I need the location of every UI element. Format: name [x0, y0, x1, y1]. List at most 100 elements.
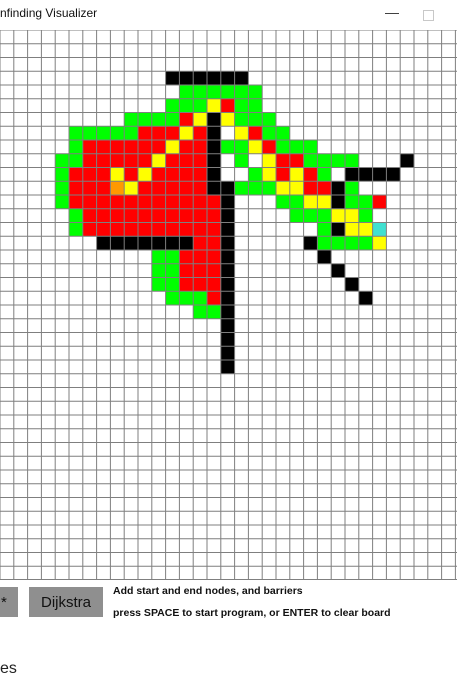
- closed-cell[interactable]: [207, 208, 221, 223]
- closed-cell[interactable]: [82, 167, 97, 182]
- closed-cell[interactable]: [151, 167, 166, 182]
- open-cell[interactable]: [179, 98, 194, 113]
- closed-cell[interactable]: [110, 140, 125, 154]
- open-cell[interactable]: [345, 181, 359, 195]
- closed-cell[interactable]: [96, 167, 111, 182]
- path-cell[interactable]: [151, 153, 166, 168]
- barrier-cell[interactable]: [165, 71, 180, 85]
- closed-cell[interactable]: [96, 181, 111, 195]
- closed-cell[interactable]: [151, 195, 166, 209]
- start-cell[interactable]: [110, 181, 125, 195]
- closed-cell[interactable]: [193, 277, 207, 292]
- open-cell[interactable]: [303, 140, 318, 154]
- closed-cell[interactable]: [248, 126, 263, 140]
- open-cell[interactable]: [262, 112, 276, 127]
- closed-cell[interactable]: [193, 167, 207, 182]
- open-cell[interactable]: [179, 85, 194, 99]
- closed-cell[interactable]: [193, 263, 207, 278]
- barrier-cell[interactable]: [207, 181, 221, 195]
- path-cell[interactable]: [289, 167, 304, 182]
- closed-cell[interactable]: [179, 112, 194, 127]
- closed-cell[interactable]: [303, 181, 318, 195]
- open-cell[interactable]: [193, 98, 207, 113]
- closed-cell[interactable]: [165, 195, 180, 209]
- open-cell[interactable]: [124, 112, 138, 127]
- closed-cell[interactable]: [165, 181, 180, 195]
- open-cell[interactable]: [331, 236, 345, 250]
- open-cell[interactable]: [345, 195, 359, 209]
- open-cell[interactable]: [151, 112, 166, 127]
- open-cell[interactable]: [151, 277, 166, 292]
- path-cell[interactable]: [331, 208, 345, 223]
- open-cell[interactable]: [234, 112, 249, 127]
- closed-cell[interactable]: [193, 195, 207, 209]
- barrier-cell[interactable]: [138, 236, 152, 250]
- barrier-cell[interactable]: [331, 195, 345, 209]
- open-cell[interactable]: [69, 222, 83, 237]
- barrier-cell[interactable]: [96, 236, 111, 250]
- open-cell[interactable]: [165, 263, 180, 278]
- barrier-cell[interactable]: [220, 305, 235, 319]
- closed-cell[interactable]: [82, 153, 97, 168]
- closed-cell[interactable]: [193, 236, 207, 250]
- closed-cell[interactable]: [151, 140, 166, 154]
- closed-cell[interactable]: [165, 167, 180, 182]
- closed-cell[interactable]: [193, 153, 207, 168]
- open-cell[interactable]: [165, 98, 180, 113]
- closed-cell[interactable]: [110, 222, 125, 237]
- open-cell[interactable]: [262, 126, 276, 140]
- dijkstra-button[interactable]: Dijkstra: [29, 587, 103, 617]
- closed-cell[interactable]: [220, 98, 235, 113]
- barrier-cell[interactable]: [165, 236, 180, 250]
- path-cell[interactable]: [248, 140, 263, 154]
- open-cell[interactable]: [289, 140, 304, 154]
- closed-cell[interactable]: [179, 167, 194, 182]
- barrier-cell[interactable]: [220, 291, 235, 305]
- path-cell[interactable]: [317, 195, 332, 209]
- closed-cell[interactable]: [69, 195, 83, 209]
- closed-cell[interactable]: [179, 195, 194, 209]
- minimize-button[interactable]: —: [385, 4, 399, 20]
- closed-cell[interactable]: [262, 140, 276, 154]
- open-cell[interactable]: [165, 112, 180, 127]
- grid-canvas[interactable]: [0, 29, 457, 580]
- open-cell[interactable]: [234, 140, 249, 154]
- barrier-cell[interactable]: [220, 332, 235, 347]
- open-cell[interactable]: [276, 140, 290, 154]
- barrier-cell[interactable]: [386, 167, 401, 182]
- barrier-cell[interactable]: [220, 181, 235, 195]
- path-cell[interactable]: [165, 140, 180, 154]
- barrier-cell[interactable]: [331, 222, 345, 237]
- closed-cell[interactable]: [207, 195, 221, 209]
- barrier-cell[interactable]: [207, 140, 221, 154]
- open-cell[interactable]: [69, 208, 83, 223]
- closed-cell[interactable]: [124, 195, 138, 209]
- barrier-cell[interactable]: [234, 71, 249, 85]
- barrier-cell[interactable]: [345, 277, 359, 292]
- path-cell[interactable]: [220, 112, 235, 127]
- path-cell[interactable]: [138, 167, 152, 182]
- open-cell[interactable]: [345, 236, 359, 250]
- closed-cell[interactable]: [317, 181, 332, 195]
- closed-cell[interactable]: [96, 195, 111, 209]
- open-cell[interactable]: [276, 126, 290, 140]
- path-cell[interactable]: [262, 167, 276, 182]
- open-cell[interactable]: [317, 236, 332, 250]
- open-cell[interactable]: [220, 140, 235, 154]
- closed-cell[interactable]: [69, 181, 83, 195]
- barrier-cell[interactable]: [220, 236, 235, 250]
- open-cell[interactable]: [358, 195, 373, 209]
- path-cell[interactable]: [289, 181, 304, 195]
- open-cell[interactable]: [207, 85, 221, 99]
- closed-cell[interactable]: [207, 250, 221, 264]
- open-cell[interactable]: [317, 222, 332, 237]
- open-cell[interactable]: [276, 195, 290, 209]
- closed-cell[interactable]: [138, 153, 152, 168]
- closed-cell[interactable]: [82, 140, 97, 154]
- closed-cell[interactable]: [151, 181, 166, 195]
- path-cell[interactable]: [262, 153, 276, 168]
- closed-cell[interactable]: [193, 126, 207, 140]
- open-cell[interactable]: [193, 85, 207, 99]
- closed-cell[interactable]: [207, 222, 221, 237]
- closed-cell[interactable]: [179, 250, 194, 264]
